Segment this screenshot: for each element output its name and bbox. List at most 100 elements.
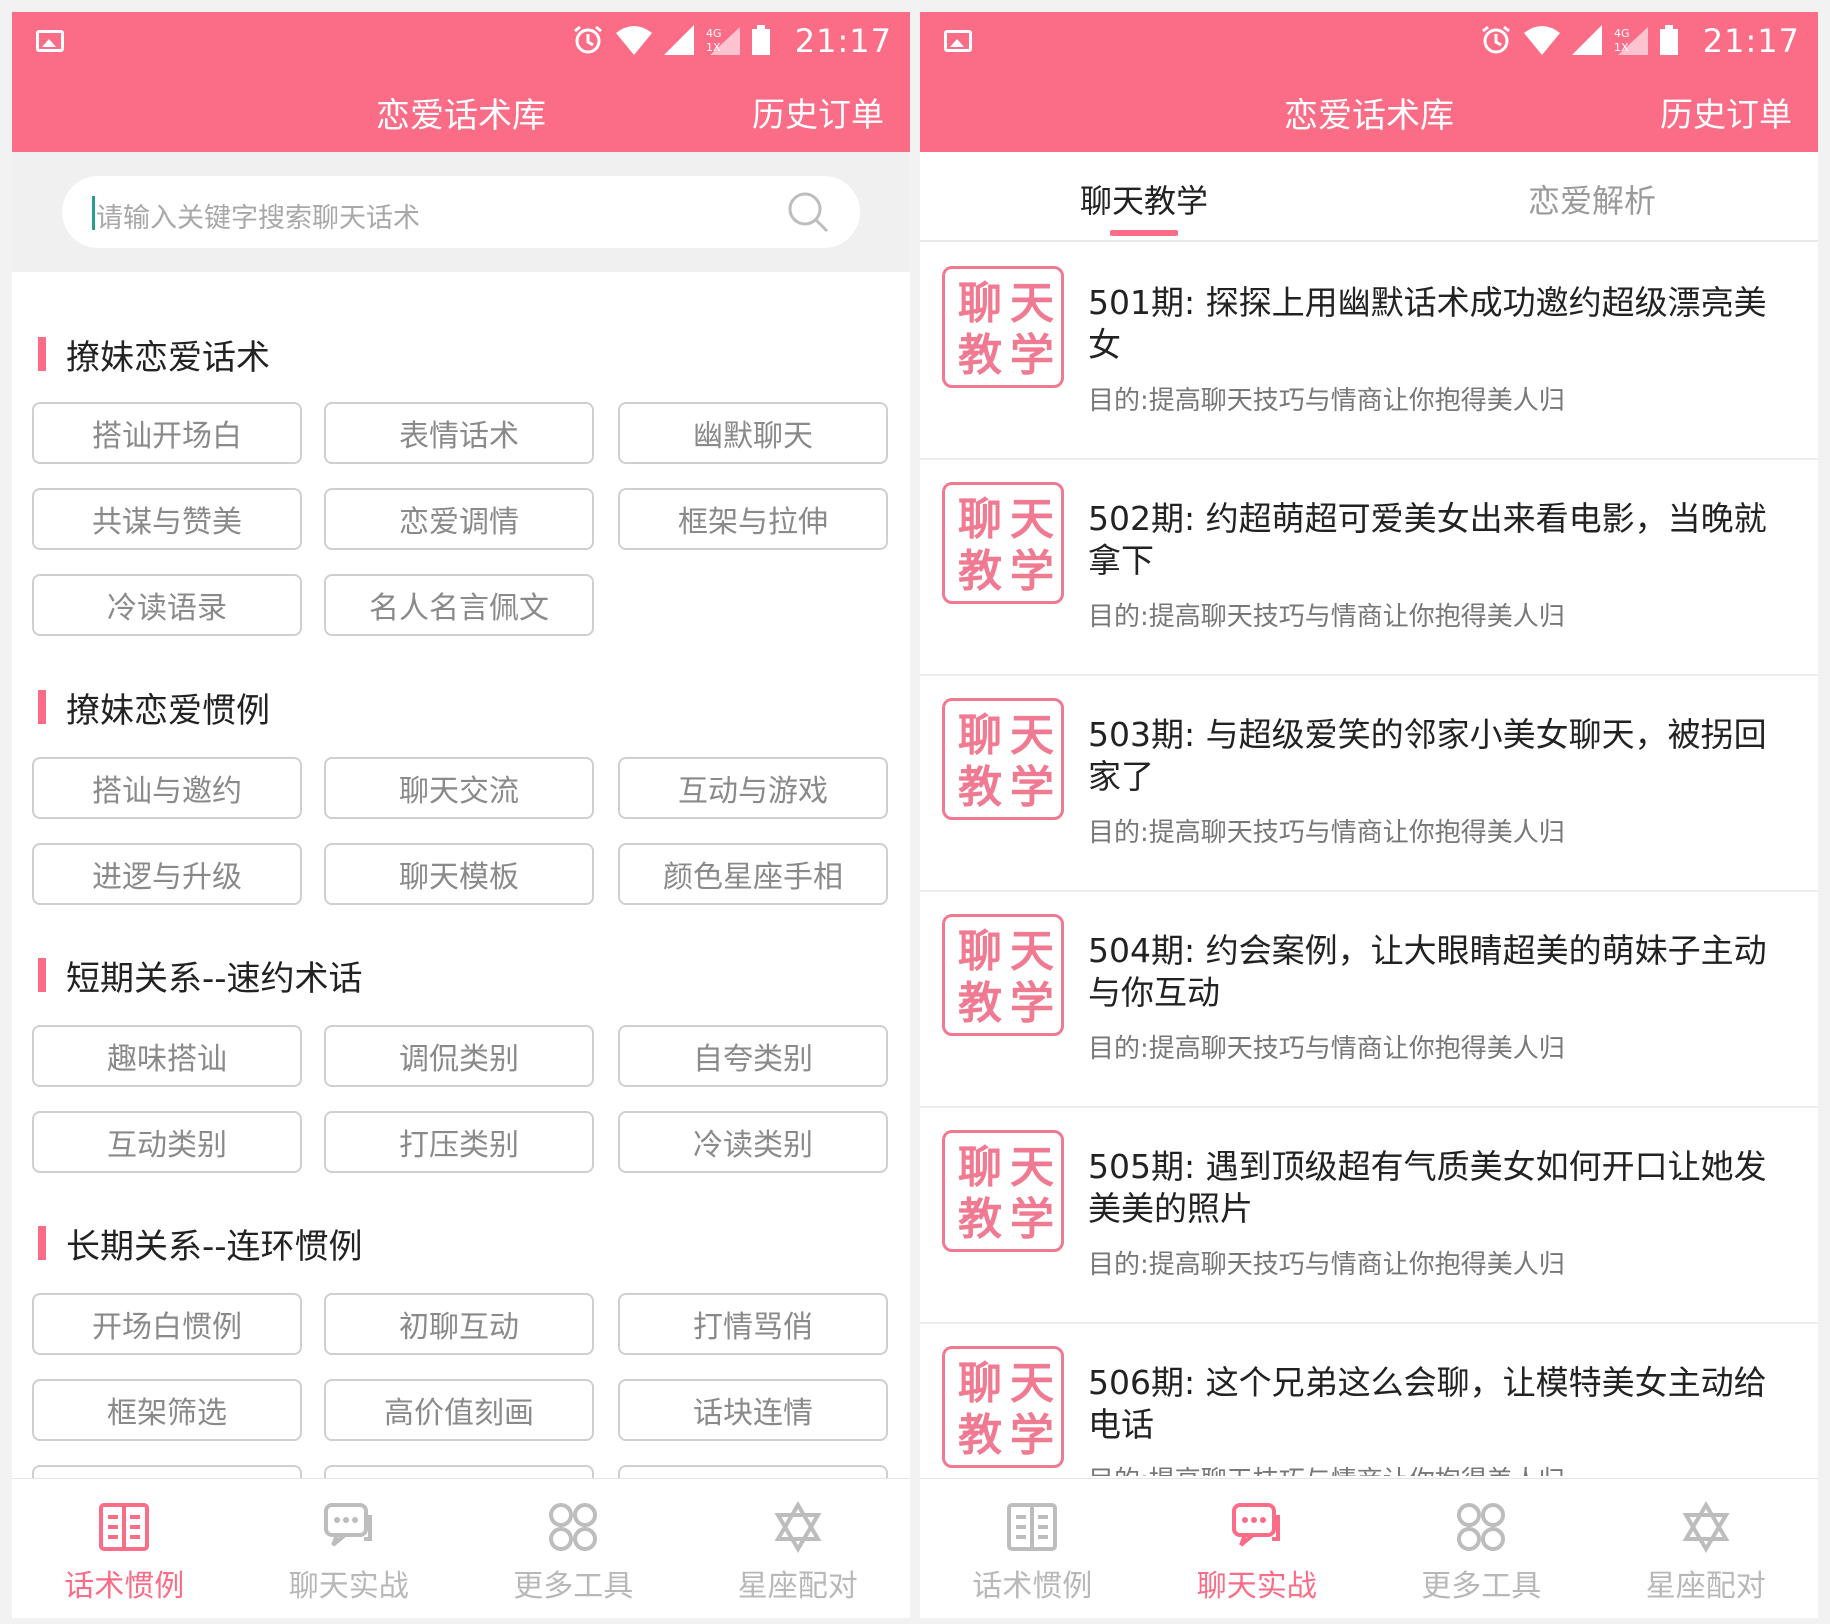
subtab-chat-teaching[interactable]: 聊天教学 [1080,176,1208,222]
right-screen: 4G 1X 21:17 恋爱话术库 历史订单 聊天教学 恋爱解析 聊天教学 501… [920,12,1818,1618]
search-placeholder: 请输入关键字搜索聊天话术 [96,203,420,234]
tab-label: 星座配对 [737,1569,858,1604]
tag-button[interactable]: 冷读类别 [618,1111,888,1173]
status-bar: 4G 1X 21:17 [920,12,1818,68]
chat-icon [323,1503,372,1547]
search-area: 请输入关键字搜索聊天话术 [12,152,910,272]
status-bar: 4G 1X 21:17 [12,12,910,68]
item-desc: 目的:提高聊天技巧与情商让你抱得美人归 [1088,1460,1565,1476]
grid-icon [549,1503,598,1551]
list-item[interactable]: 聊天教学 501期: 探探上用幽默话术成功邀约超级漂亮美女 目的:提高聊天技巧与… [920,244,1818,460]
tag-button[interactable]: 聊天交流 [324,757,594,819]
tag-button[interactable]: 进逻与升级 [32,843,302,905]
status-time: 21:17 [1702,22,1800,60]
star-icon [1682,1501,1730,1553]
history-orders-link[interactable]: 历史订单 [1660,88,1792,136]
gallery-icon [36,30,64,52]
bottom-tab-bar: 话术惯例 聊天实战 更多工具 星座配对 [920,1478,1818,1618]
tag-button[interactable]: 名人名言佩文 [324,574,594,636]
tab-label: 更多工具 [1421,1569,1542,1604]
tag-button[interactable]: 打压类别 [324,1111,594,1173]
active-tab-indicator [1110,230,1178,236]
section-marker [38,1226,46,1260]
text-caret [92,196,95,230]
tab-zodiac-match[interactable]: 星座配对 [686,1479,911,1618]
tag-button[interactable]: 开场白惯例 [32,1293,302,1355]
chat-teaching-stamp: 聊天教学 [942,1130,1064,1252]
list-item[interactable]: 聊天教学 504期: 约会案例，让大眼睛超美的萌妹子主动与你互动 目的:提高聊天… [920,892,1818,1108]
signal-4g-icon: 4G1X [1614,27,1648,55]
tab-script-routines[interactable]: 话术惯例 [12,1479,237,1618]
chat-teaching-stamp: 聊天教学 [942,482,1064,604]
tag-button[interactable]: 初聊互动 [324,1293,594,1355]
grid-icon [1457,1503,1506,1551]
search-input[interactable]: 请输入关键字搜索聊天话术 [62,176,860,248]
tag-button[interactable]: 调侃类别 [324,1025,594,1087]
star-icon [774,1501,822,1553]
tag-button[interactable]: 高价值刻画 [324,1379,594,1441]
list-item[interactable]: 聊天教学 502期: 约超萌超可爱美女出来看电影，当晚就拿下 目的:提高聊天技巧… [920,460,1818,676]
section-title: 长期关系--连环惯例 [66,1226,363,1267]
svg-text:1X: 1X [706,41,721,54]
section-title: 撩妹恋爱惯例 [66,690,270,731]
tab-label: 聊天实战 [288,1569,409,1604]
tab-more-tools[interactable]: 更多工具 [461,1479,686,1618]
tag-button[interactable]: 自夸类别 [618,1025,888,1087]
tab-more-tools[interactable]: 更多工具 [1369,1479,1594,1618]
status-time: 21:17 [794,22,892,60]
wifi-icon [1524,26,1560,55]
tab-chat-practice[interactable]: 聊天实战 [237,1479,462,1618]
tab-chat-practice[interactable]: 聊天实战 [1145,1479,1370,1618]
tag-button[interactable]: 框架与拉伸 [618,488,888,550]
tag-button[interactable]: 颜色星座手相 [618,843,888,905]
tag-button[interactable]: 幽默聊天 [618,402,888,464]
alarm-icon [574,25,602,54]
section-marker [38,690,46,724]
tag-button[interactable]: 互动类别 [32,1111,302,1173]
history-orders-link[interactable]: 历史订单 [752,88,884,136]
signal-icon [664,25,694,55]
item-title: 506期: 这个兄弟这么会聊，让模特美女主动给电话 [1088,1363,1767,1444]
top-bar: 4G 1X 21:17 恋爱话术库 历史订单 [12,12,910,152]
signal-4g-icon: 4G1X [706,27,740,55]
tab-label: 更多工具 [513,1569,634,1604]
svg-text:4G: 4G [706,27,722,40]
list-item[interactable]: 聊天教学 505期: 遇到顶级超有气质美女如何开口让她发美美的照片 目的:提高聊… [920,1108,1818,1324]
item-title: 502期: 约超萌超可爱美女出来看电影，当晚就拿下 [1088,499,1767,580]
gallery-icon [944,30,972,52]
alarm-icon [1482,25,1510,54]
tag-button[interactable]: 框架筛选 [32,1379,302,1441]
tag-button[interactable]: 冷读语录 [32,574,302,636]
svg-text:1X: 1X [1614,41,1629,54]
list-item[interactable]: 聊天教学 506期: 这个兄弟这么会聊，让模特美女主动给电话 目的:提高聊天技巧… [920,1324,1818,1476]
tag-button[interactable]: 搭讪开场白 [32,402,302,464]
item-desc: 目的:提高聊天技巧与情商让你抱得美人归 [1088,386,1565,416]
tag-button[interactable]: 聊天模板 [324,843,594,905]
tag-button[interactable]: 恋爱调情 [324,488,594,550]
section-marker [38,337,46,371]
tag-button[interactable]: 打情骂俏 [618,1293,888,1355]
chat-teaching-stamp: 聊天教学 [942,266,1064,388]
subtab-love-analysis[interactable]: 恋爱解析 [1528,176,1656,222]
left-screen: 4G 1X 21:17 恋爱话术库 历史订单 请输入关键字搜索聊天话术 撩妹恋爱话… [12,12,910,1618]
tag-button[interactable]: 趣味搭讪 [32,1025,302,1087]
tag-button[interactable]: 共谋与赞美 [32,488,302,550]
tag-button[interactable]: 搭讪与邀约 [32,757,302,819]
svg-text:4G: 4G [1614,27,1630,40]
tag-button[interactable]: 话块连情 [618,1379,888,1441]
tag-button[interactable]: 互动与游戏 [618,757,888,819]
list-item[interactable]: 聊天教学 503期: 与超级爱笑的邻家小美女聊天，被拐回家了 目的:提高聊天技巧… [920,676,1818,892]
search-icon[interactable] [786,190,830,234]
item-desc: 目的:提高聊天技巧与情商让你抱得美人归 [1088,1034,1565,1064]
wifi-icon [616,26,652,55]
tab-label: 话术惯例 [64,1569,185,1604]
lesson-list: 聊天教学 501期: 探探上用幽默话术成功邀约超级漂亮美女 目的:提高聊天技巧与… [920,244,1818,1476]
bottom-tab-bar: 话术惯例 聊天实战 更多工具 星座配对 [12,1478,910,1618]
signal-icon [1572,25,1602,55]
tab-script-routines[interactable]: 话术惯例 [920,1479,1145,1618]
tag-button[interactable]: 表情话术 [324,402,594,464]
tab-zodiac-match[interactable]: 星座配对 [1594,1479,1819,1618]
chat-icon [1231,1503,1280,1547]
section-title: 撩妹恋爱话术 [66,337,270,378]
battery-icon [1660,25,1678,55]
